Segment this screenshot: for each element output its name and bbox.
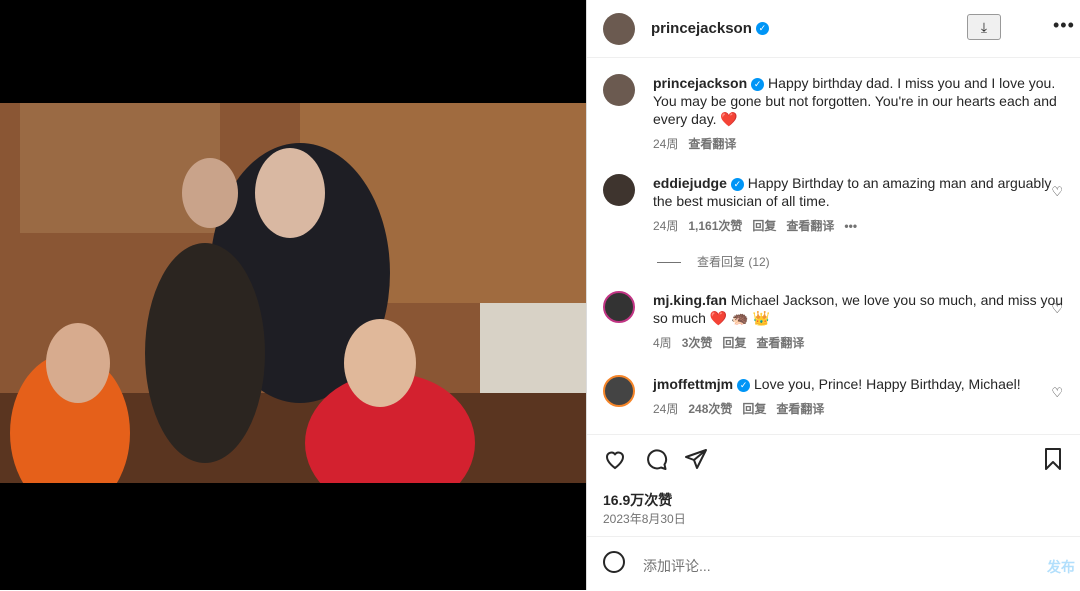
comment-username[interactable]: mj.king.fan (653, 292, 727, 308)
verified-icon: ✓ (751, 78, 765, 91)
comment-username[interactable]: eddiejudge (653, 175, 727, 191)
comment-username[interactable]: princejackson (653, 75, 747, 91)
share-icon[interactable] (684, 447, 708, 471)
translate-link[interactable]: 查看翻译 (688, 137, 736, 151)
comment-box: 添加评论... 发布 (587, 536, 1080, 591)
post-header: princejackson ✓ ⤓ ••• (587, 0, 1080, 58)
post-comment-button[interactable]: 发布 (1047, 557, 1075, 577)
download-icon[interactable]: ⤓ (967, 14, 1001, 40)
header-username[interactable]: princejackson (651, 20, 752, 37)
like-comment-icon[interactable]: ♡ (1051, 301, 1063, 317)
avatar[interactable] (603, 375, 635, 407)
post-date: 2023年8月30日 (603, 512, 686, 526)
reply-link[interactable]: 回复 (722, 336, 746, 350)
more-options-icon[interactable]: ••• (1053, 16, 1075, 34)
translate-link[interactable]: 查看翻译 (776, 402, 824, 416)
caption: princejackson ✓ Happy birthday dad. I mis… (603, 74, 1073, 153)
comment: jmoffettmjm ✓ Love you, Prince! Happy Bir… (603, 375, 1073, 418)
avatar[interactable] (603, 291, 635, 323)
reply-link[interactable]: 回复 (742, 402, 766, 416)
post-media[interactable] (0, 0, 586, 590)
comment: mj.king.fan Michael Jackson, we love you… (603, 291, 1073, 352)
post-panel: princejackson ✓ ⤓ ••• princejackson ✓ Hap… (586, 0, 1080, 590)
comment-time: 24周 (653, 137, 679, 151)
verified-icon: ✓ (755, 22, 769, 35)
view-replies[interactable]: 查看回复 (12) (657, 253, 770, 270)
comment-username[interactable]: jmoffettmjm (653, 376, 733, 392)
translate-link[interactable]: 查看翻译 (786, 219, 834, 233)
post-photo (0, 103, 586, 483)
more-icon[interactable]: ••• (844, 219, 857, 233)
like-comment-icon[interactable]: ♡ (1051, 184, 1063, 200)
comment-likes[interactable]: 248次赞 (688, 402, 732, 416)
comment-likes[interactable]: 1,161次赞 (688, 219, 742, 233)
like-icon[interactable] (603, 447, 627, 471)
comment-time: 24周 (653, 219, 679, 233)
comment-text: Love you, Prince! Happy Birthday, Michae… (754, 376, 1021, 392)
comment-input[interactable]: 添加评论... (643, 556, 711, 576)
comment: eddiejudge ✓ Happy Birthday to an amazing… (603, 174, 1073, 235)
action-bar (587, 434, 1080, 491)
comment-time: 4周 (653, 336, 672, 350)
comment-icon[interactable] (644, 447, 668, 471)
emoji-icon[interactable] (603, 551, 625, 573)
comments-list: princejackson ✓ Happy birthday dad. I mis… (587, 58, 1080, 434)
avatar[interactable] (603, 74, 635, 106)
verified-icon: ✓ (730, 178, 744, 191)
translate-link[interactable]: 查看翻译 (756, 336, 804, 350)
verified-icon: ✓ (737, 379, 751, 392)
save-icon[interactable] (1041, 447, 1065, 471)
avatar[interactable] (603, 174, 635, 206)
avatar[interactable] (603, 12, 635, 45)
reply-link[interactable]: 回复 (752, 219, 776, 233)
like-comment-icon[interactable]: ♡ (1051, 385, 1063, 401)
comment-time: 24周 (653, 402, 679, 416)
post-likes[interactable]: 16.9万次赞 (603, 490, 672, 510)
comment-likes[interactable]: 3次赞 (682, 336, 713, 350)
